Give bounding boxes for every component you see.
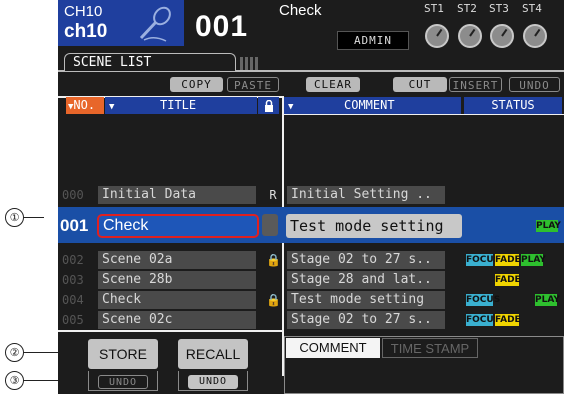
fade-badge: FADE: [495, 314, 521, 326]
cut-button[interactable]: CUT: [393, 77, 447, 92]
store-undo-button[interactable]: UNDO: [98, 375, 148, 389]
current-scene-title[interactable]: Check: [279, 2, 322, 19]
scene-number: 002: [62, 253, 84, 267]
sort-by-title-button[interactable]: ▼ TITLE: [105, 97, 257, 114]
scene-row-003[interactable]: 003 Scene 28b Stage 28 and lat.. FADE: [58, 271, 564, 289]
callout-3: ③: [5, 371, 24, 390]
user-name[interactable]: ADMIN: [337, 31, 409, 50]
scene-comment: Stage 02 to 27 s..: [287, 251, 445, 269]
scene-title: Scene 02c: [98, 311, 256, 329]
play-badge: PLAY: [535, 294, 560, 306]
store-button[interactable]: STORE: [88, 339, 158, 369]
scene-number: 000: [62, 188, 84, 202]
lock-icon[interactable]: [258, 97, 279, 114]
scene-title: Check: [98, 291, 256, 309]
col-no-label: NO.: [73, 98, 96, 112]
scene-list-screen: CH10 ch10 001 Check ADMIN ST1 ST2 ST3 ST…: [58, 0, 564, 394]
copy-button[interactable]: COPY: [170, 77, 223, 92]
protect-toggle[interactable]: [262, 214, 278, 236]
scene-comment: Initial Setting ..: [287, 186, 445, 204]
scene-comment: Test mode setting: [287, 291, 445, 309]
st4-knob-icon[interactable]: [523, 24, 547, 48]
current-scene-number[interactable]: 001: [195, 10, 248, 44]
st2-knob-icon[interactable]: [458, 24, 482, 48]
scene-title: Initial Data: [98, 186, 256, 204]
st3-knob-icon[interactable]: [490, 24, 514, 48]
scene-title-edit-field[interactable]: Check: [97, 214, 259, 238]
st4-label: ST4: [522, 2, 542, 15]
scene-row-000[interactable]: 000 Initial Data R Initial Setting ..: [58, 186, 564, 204]
focus-badge: FOCUS: [466, 294, 501, 306]
focus-badge: FOCUS: [466, 254, 501, 266]
insert-button[interactable]: INSERT: [449, 77, 502, 92]
lock-icon: 🔒: [266, 253, 281, 267]
col-status-header: STATUS: [464, 97, 562, 114]
tab-comment[interactable]: COMMENT: [286, 338, 380, 358]
col-title-label: TITLE: [160, 98, 197, 112]
scene-title: Scene 02a: [98, 251, 256, 269]
col-comment-label: COMMENT: [344, 98, 395, 112]
callout-1: ①: [5, 208, 24, 227]
lock-icon: 🔒: [266, 293, 281, 307]
recall-undo-button[interactable]: UNDO: [188, 375, 238, 389]
protect-flag: R: [269, 188, 277, 202]
scene-row-005[interactable]: 005 Scene 02c Stage 02 to 27 s.. FOCUS F…: [58, 311, 564, 329]
play-badge: PLAY: [521, 254, 546, 266]
fade-badge: FADE: [495, 274, 521, 286]
comment-panel-top-line: [284, 114, 564, 115]
microphone-icon: [139, 6, 171, 42]
scene-row-002[interactable]: 002 Scene 02a 🔒 Stage 02 to 27 s.. FOCUS…: [58, 251, 564, 269]
callout-1-line: [23, 217, 44, 218]
st2-label: ST2: [457, 2, 477, 15]
fade-badge: FADE: [495, 254, 521, 266]
st1-knob-icon[interactable]: [425, 24, 449, 48]
tab-stub-icon: [240, 57, 258, 70]
scene-number: 004: [62, 293, 84, 307]
channel-id: CH10: [64, 3, 103, 20]
scene-row-001[interactable]: 001 Check Test mode setting PLAY: [58, 214, 564, 238]
scene-number: 001: [60, 216, 89, 235]
sort-by-number-button[interactable]: ▼NO.: [66, 97, 104, 114]
play-badge: PLAY: [536, 220, 561, 232]
scene-comment: Stage 02 to 27 s..: [287, 311, 445, 329]
scene-comment: Stage 28 and lat..: [287, 271, 445, 289]
clear-button[interactable]: CLEAR: [306, 77, 360, 92]
paste-button[interactable]: PASTE: [227, 77, 279, 92]
channel-box[interactable]: CH10 ch10: [58, 0, 184, 46]
focus-badge: FOCUS: [466, 314, 501, 326]
st3-label: ST3: [489, 2, 509, 15]
scene-title: Scene 28b: [98, 271, 256, 289]
undo-button[interactable]: UNDO: [509, 77, 560, 92]
recall-button[interactable]: RECALL: [178, 339, 248, 369]
tab-time-stamp[interactable]: TIME STAMP: [382, 338, 478, 358]
channel-name: ch10: [64, 21, 108, 42]
callout-2: ②: [5, 343, 24, 362]
st1-label: ST1: [424, 2, 444, 15]
scene-number: 005: [62, 313, 84, 327]
sort-by-comment-button[interactable]: ▼ COMMENT: [284, 97, 461, 114]
scene-row-004[interactable]: 004 Check 🔒 Test mode setting FOCUS PLAY: [58, 291, 564, 309]
scene-comment-edit-field[interactable]: Test mode setting: [286, 214, 462, 238]
scene-number: 003: [62, 273, 84, 287]
tab-scene-list[interactable]: SCENE LIST: [64, 53, 236, 71]
